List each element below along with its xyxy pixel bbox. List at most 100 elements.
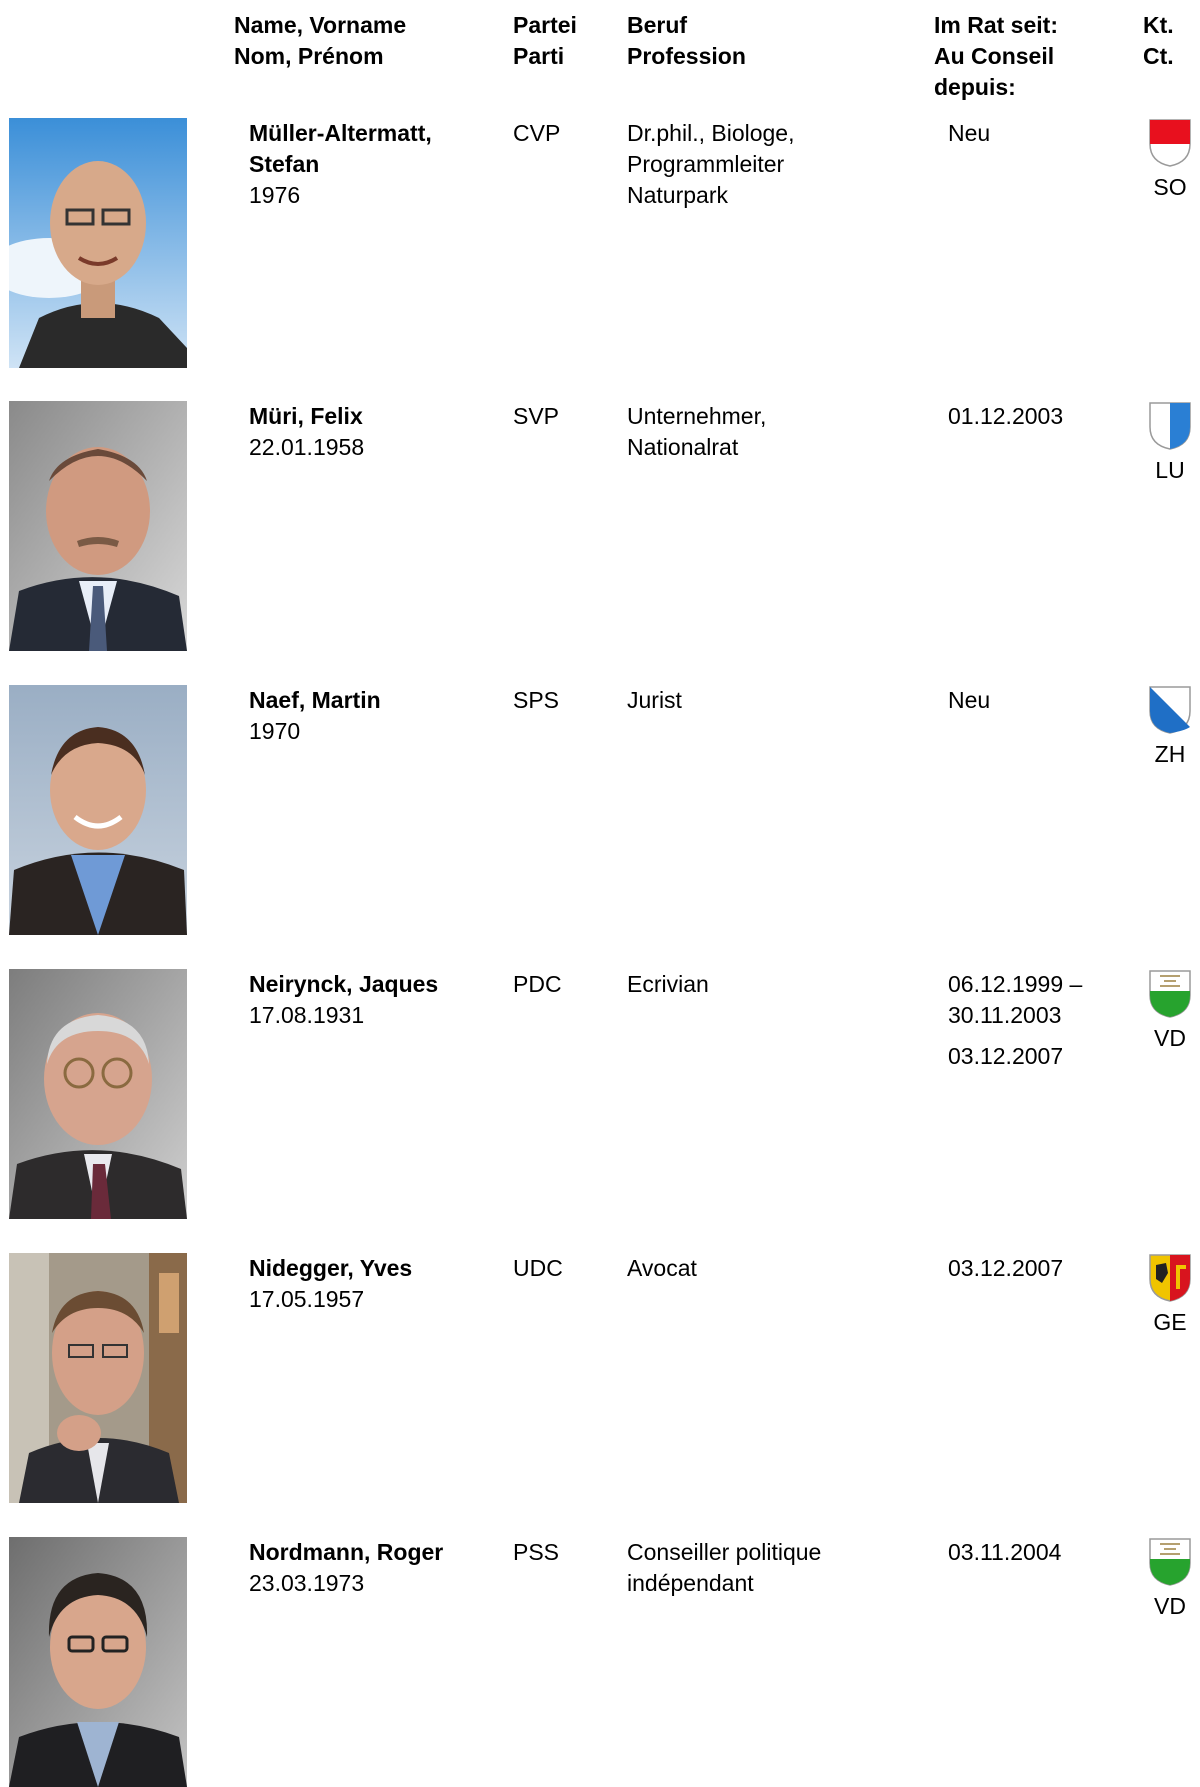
council-since: 06.12.1999 – 30.11.2003 03.12.2007	[948, 969, 1082, 1072]
party: UDC	[513, 1255, 563, 1281]
profession-line-1: Conseiller politique	[627, 1539, 822, 1565]
member-row: Müri, Felix 22.01.1958 SVP Unternehmer, …	[0, 401, 1200, 651]
header-canton-fr: Ct.	[1143, 43, 1174, 69]
party: SVP	[513, 403, 560, 429]
member-row: Müller-Altermatt, Stefan 1976 CVP Dr.phi…	[0, 118, 1200, 368]
member-row: Nordmann, Roger 23.03.1973 PSS Conseille…	[0, 1537, 1200, 1787]
header-since: Im Rat seit: Au Conseil depuis:	[934, 10, 1058, 103]
header-canton-de: Kt.	[1143, 12, 1174, 38]
since-line-1: Neu	[948, 120, 991, 146]
birth-date: 1970	[249, 718, 301, 744]
profession-line-1: Avocat	[627, 1255, 697, 1281]
member-name: Neirynck, Jaques 17.08.1931	[249, 969, 438, 1031]
profession: Jurist	[627, 685, 682, 716]
since-line-1: 03.12.2007	[948, 1255, 1064, 1281]
name-line-1: Müri, Felix	[249, 403, 363, 429]
profession-line-2: Programmleiter	[627, 151, 785, 177]
profession: Conseiller politique indépendant	[627, 1537, 821, 1599]
canton-code: SO	[1153, 174, 1187, 200]
header-prof-fr: Profession	[627, 43, 746, 69]
profession: Avocat	[627, 1253, 697, 1284]
party: PSS	[513, 1539, 560, 1565]
canton-code: GE	[1153, 1309, 1187, 1335]
portrait-photo	[9, 401, 187, 651]
portrait-photo	[9, 685, 187, 935]
header-party-de: Partei	[513, 12, 577, 38]
canton: SO	[1144, 118, 1196, 203]
profession: Unternehmer, Nationalrat	[627, 401, 766, 463]
profession-line-2: indépendant	[627, 1570, 754, 1596]
profession: Dr.phil., Biologe, Programmleiter Naturp…	[627, 118, 794, 211]
solothurn-coat-of-arms-icon	[1149, 119, 1191, 167]
portrait-photo	[9, 1253, 187, 1503]
canton-code: ZH	[1154, 741, 1186, 767]
canton-code: VD	[1154, 1025, 1186, 1051]
since-line-1: 01.12.2003	[948, 403, 1064, 429]
canton-code: LU	[1155, 457, 1185, 483]
council-since: 03.12.2007	[948, 1253, 1063, 1284]
member-row: Naef, Martin 1970 SPS Jurist Neu ZH	[0, 685, 1200, 935]
name-line-1: Nordmann, Roger	[249, 1539, 444, 1565]
profession: Ecrivian	[627, 969, 709, 1000]
member-row: Nidegger, Yves 17.05.1957 UDC Avocat 03.…	[0, 1253, 1200, 1503]
name-line-1: Naef, Martin	[249, 687, 381, 713]
geneve-coat-of-arms-icon	[1149, 1254, 1191, 1302]
canton: GE	[1144, 1253, 1196, 1338]
portrait-photo	[9, 118, 187, 368]
since-line-1: 06.12.1999 –	[948, 971, 1083, 997]
header-profession: Beruf Profession	[627, 10, 746, 72]
profession-line-3: Naturpark	[627, 182, 728, 208]
profession-line-1: Dr.phil., Biologe,	[627, 120, 795, 146]
zuerich-coat-of-arms-icon	[1149, 686, 1191, 734]
canton: VD	[1144, 1537, 1196, 1622]
since-line-1: Neu	[948, 687, 991, 713]
header-name: Name, Vorname Nom, Prénom	[234, 10, 406, 72]
member-name: Nordmann, Roger 23.03.1973	[249, 1537, 443, 1599]
party: CVP	[513, 120, 561, 146]
header-party: Partei Parti	[513, 10, 577, 72]
vaud-coat-of-arms-icon	[1149, 1538, 1191, 1586]
birth-date: 1976	[249, 182, 301, 208]
header-since-de: Im Rat seit:	[934, 12, 1058, 38]
profession-line-2: Nationalrat	[627, 434, 739, 460]
member-name: Müri, Felix 22.01.1958	[249, 401, 364, 463]
vaud-coat-of-arms-icon	[1149, 970, 1191, 1018]
birth-date: 22.01.1958	[249, 434, 365, 460]
birth-date: 23.03.1973	[249, 1570, 365, 1596]
since-line-3: 03.12.2007	[948, 1043, 1064, 1069]
profession-line-1: Unternehmer,	[627, 403, 767, 429]
member-name: Naef, Martin 1970	[249, 685, 381, 747]
header-since-fr1: Au Conseil	[934, 43, 1055, 69]
header-prof-de: Beruf	[627, 12, 688, 38]
header-since-fr2: depuis:	[934, 74, 1016, 100]
party: SPS	[513, 687, 560, 713]
name-line-1: Neirynck, Jaques	[249, 971, 439, 997]
member-name: Nidegger, Yves 17.05.1957	[249, 1253, 412, 1315]
member-row: Neirynck, Jaques 17.08.1931 PDC Ecrivian…	[0, 969, 1200, 1219]
since-line-2: 30.11.2003	[948, 1002, 1062, 1028]
council-since: 01.12.2003	[948, 401, 1063, 432]
header-canton: Kt. Ct.	[1143, 10, 1174, 72]
header-name-fr: Nom, Prénom	[234, 43, 384, 69]
canton: ZH	[1144, 685, 1196, 770]
portrait-photo	[9, 969, 187, 1219]
party: PDC	[513, 971, 562, 997]
council-since: Neu	[948, 685, 990, 716]
council-since: 03.11.2004	[948, 1537, 1061, 1568]
council-since: Neu	[948, 118, 990, 149]
profession-line-1: Jurist	[627, 687, 682, 713]
birth-date: 17.05.1957	[249, 1286, 365, 1312]
canton: VD	[1144, 969, 1196, 1054]
header-name-de: Name, Vorname	[234, 12, 407, 38]
birth-date: 17.08.1931	[249, 1002, 365, 1028]
member-name: Müller-Altermatt, Stefan 1976	[249, 118, 432, 211]
canton: LU	[1144, 401, 1196, 486]
since-line-1: 03.11.2004	[948, 1539, 1062, 1565]
name-line-2: Stefan	[249, 151, 320, 177]
name-line-1: Nidegger, Yves	[249, 1255, 413, 1281]
name-line-1: Müller-Altermatt,	[249, 120, 432, 146]
profession-line-1: Ecrivian	[627, 971, 709, 997]
luzern-coat-of-arms-icon	[1149, 402, 1191, 450]
header-party-fr: Parti	[513, 43, 565, 69]
canton-code: VD	[1154, 1593, 1186, 1619]
